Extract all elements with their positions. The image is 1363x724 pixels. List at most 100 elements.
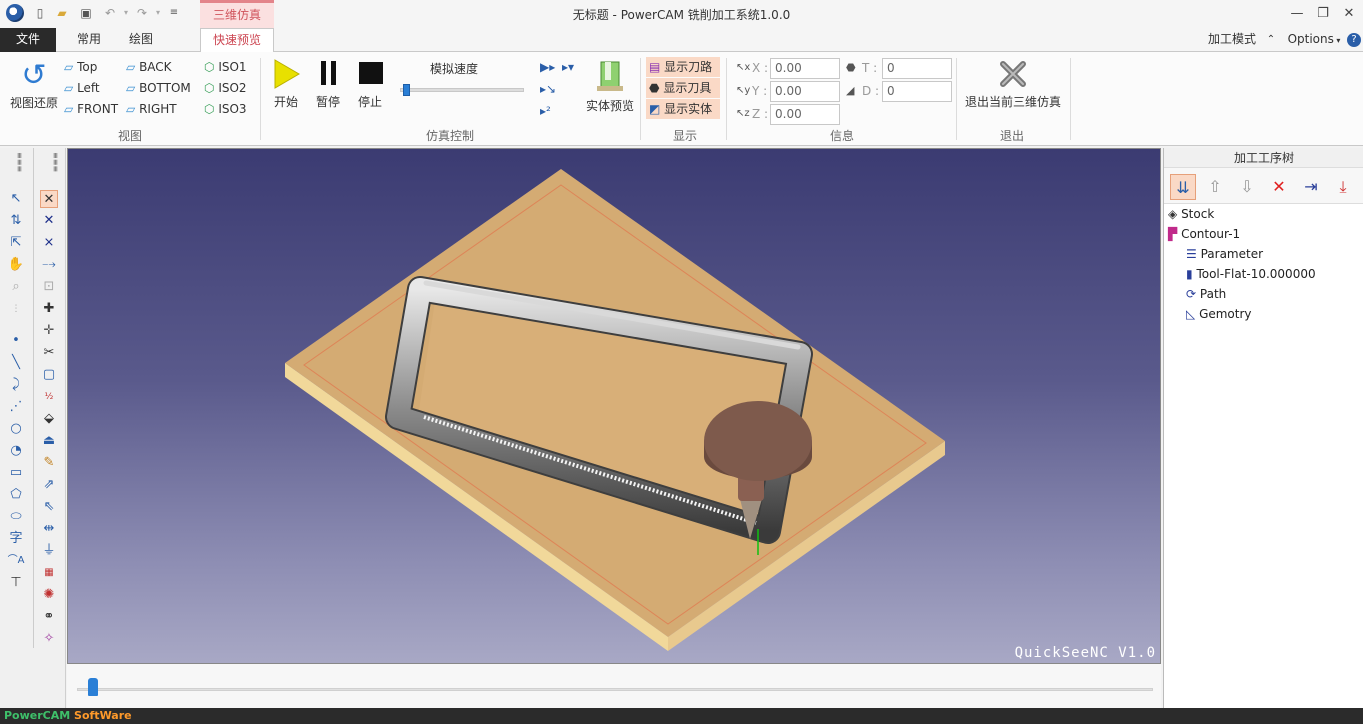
- speed-slider-thumb[interactable]: [403, 84, 410, 96]
- tab-draw[interactable]: 绘图: [118, 28, 164, 52]
- timeline-slider[interactable]: [77, 688, 1153, 691]
- text-icon[interactable]: 字: [7, 530, 25, 548]
- show-solid-label: 显示实体: [664, 102, 713, 116]
- step-to-end-icon[interactable]: ▸▾: [562, 60, 574, 74]
- speed-slider[interactable]: [400, 84, 524, 96]
- view-left-label: Left: [77, 81, 100, 95]
- ellipse-icon[interactable]: ⬭: [7, 508, 25, 526]
- view-left-button[interactable]: ▱ Left: [64, 78, 100, 98]
- text-path-icon[interactable]: ⌒A: [7, 552, 25, 570]
- fill-icon[interactable]: ⬙: [40, 410, 58, 428]
- align-icon[interactable]: ⏚: [40, 542, 58, 560]
- array-icon[interactable]: ▦: [40, 564, 58, 582]
- line-icon[interactable]: ╲: [7, 354, 25, 372]
- minimize-icon[interactable]: —: [1284, 4, 1310, 24]
- close-icon[interactable]: ✕: [1336, 4, 1362, 24]
- point-icon[interactable]: •: [7, 332, 25, 350]
- trim-icon[interactable]: ✕: [40, 190, 58, 208]
- post-process-icon[interactable]: ⤓: [1330, 174, 1356, 200]
- step-size-icon[interactable]: ▸²: [540, 104, 551, 118]
- mirror-icon[interactable]: ⇗: [40, 476, 58, 494]
- edit-toolbar-grip[interactable]: ≡≡≡: [40, 152, 60, 188]
- join-icon[interactable]: ✛: [40, 322, 58, 340]
- start-button[interactable]: 开始: [268, 58, 304, 110]
- d-label: D :: [862, 84, 880, 98]
- pan-hand-icon[interactable]: ✋: [7, 256, 25, 274]
- half-icon[interactable]: ½: [40, 388, 58, 406]
- export-icon[interactable]: ⇥: [1298, 174, 1324, 200]
- simulation-viewport[interactable]: QuickSeeNC V1.0: [67, 148, 1161, 664]
- move-down-icon[interactable]: ⇩: [1234, 174, 1260, 200]
- tab-file[interactable]: 文件: [0, 28, 56, 52]
- show-toolpath-toggle[interactable]: ▤ 显示刀路: [646, 57, 720, 77]
- cut-icon[interactable]: ✂: [40, 344, 58, 362]
- box-icon[interactable]: ▢: [40, 366, 58, 384]
- restore-icon[interactable]: ❐: [1310, 4, 1336, 24]
- break-icon[interactable]: ✚: [40, 300, 58, 318]
- view-restore-icon: ↺: [21, 58, 47, 93]
- view-back-button[interactable]: ▱ BACK: [126, 57, 172, 77]
- tab-common[interactable]: 常用: [66, 28, 112, 52]
- tree-item-contour[interactable]: ▛ Contour-1: [1168, 224, 1240, 244]
- tab-quick-preview[interactable]: 快速预览: [200, 28, 274, 53]
- exit-3d-sim-button[interactable]: 退出当前三维仿真: [962, 58, 1064, 110]
- arc-icon[interactable]: ⤸: [7, 376, 25, 394]
- dimension-icon[interactable]: ⊤: [7, 574, 25, 592]
- show-solid-toggle[interactable]: ◩ 显示实体: [646, 99, 720, 119]
- tree-item-path[interactable]: ⟳ Path: [1186, 284, 1226, 304]
- offset-icon[interactable]: ⊡: [40, 278, 58, 296]
- select-pointer-icon[interactable]: ↖: [7, 190, 25, 208]
- tree-item-label: Stock: [1181, 207, 1215, 221]
- tree-item-stock[interactable]: ◈ Stock: [1168, 204, 1214, 224]
- tree-item-tool[interactable]: ▮ Tool-Flat-10.000000: [1186, 264, 1316, 284]
- options-menu[interactable]: Options ▾: [1284, 28, 1344, 52]
- collapse-ribbon-icon[interactable]: ⌃: [1264, 28, 1278, 52]
- help-icon[interactable]: ?: [1347, 33, 1361, 47]
- group-icon[interactable]: ⚭: [40, 608, 58, 626]
- view-iso2-button[interactable]: ⬡ ISO2: [204, 78, 247, 98]
- trim-2-icon[interactable]: ✕: [40, 212, 58, 230]
- tool-holder-top: [704, 401, 812, 481]
- arc3-icon[interactable]: ◔: [7, 442, 25, 460]
- tree-item-geometry[interactable]: ◺ Gemotry: [1186, 304, 1252, 324]
- timeline-thumb[interactable]: [88, 678, 98, 696]
- measure-icon[interactable]: ⋮: [7, 300, 25, 318]
- rotate-icon[interactable]: ⇖: [40, 498, 58, 516]
- view-front-button[interactable]: ▱ FRONT: [64, 99, 118, 119]
- timeline-area: [67, 664, 1161, 708]
- pause-button[interactable]: 暂停: [310, 58, 346, 110]
- view-group-label: 视图: [117, 129, 142, 143]
- view-top-button[interactable]: ▱ Top: [64, 57, 97, 77]
- select-window-icon[interactable]: ⇅: [7, 212, 25, 230]
- polyline-icon[interactable]: ⋰: [7, 398, 25, 416]
- magic-icon[interactable]: ✧: [40, 630, 58, 648]
- pencil-icon[interactable]: ✎: [40, 454, 58, 472]
- polygon-icon[interactable]: ⬠: [7, 486, 25, 504]
- solid-preview-button[interactable]: 实体预览: [584, 58, 636, 114]
- step-option-icon[interactable]: ▸↘: [540, 82, 556, 96]
- show-tool-toggle[interactable]: ⬣ 显示刀具: [646, 78, 720, 98]
- rectangle-icon[interactable]: ▭: [7, 464, 25, 482]
- gear-icon[interactable]: ✺: [40, 586, 58, 604]
- stop-button[interactable]: 停止: [352, 58, 388, 110]
- view-bottom-button[interactable]: ▱ BOTTOM: [126, 78, 191, 98]
- tree-item-parameter[interactable]: ☰ Parameter: [1186, 244, 1263, 264]
- step-forward-icon[interactable]: ▶▸: [540, 60, 555, 74]
- machining-mode-menu[interactable]: 加工模式: [1200, 28, 1264, 52]
- select-chain-icon[interactable]: ⇱: [7, 234, 25, 252]
- view-right-button[interactable]: ▱ RIGHT: [126, 99, 177, 119]
- add-operation-icon[interactable]: ⇊: [1170, 174, 1196, 200]
- circle-icon[interactable]: ○: [7, 420, 25, 438]
- delete-icon[interactable]: ✕: [1266, 174, 1292, 200]
- extend-icon[interactable]: ⤍: [40, 256, 58, 274]
- zoom-icon[interactable]: ⌕: [7, 278, 25, 296]
- stamp-icon[interactable]: ⏏: [40, 432, 58, 450]
- mirror-axis-icon[interactable]: ⇹: [40, 520, 58, 538]
- view-restore-button[interactable]: ↺ 视图还原: [6, 58, 62, 111]
- pause-label: 暂停: [315, 95, 340, 109]
- view-iso3-button[interactable]: ⬡ ISO3: [204, 99, 247, 119]
- select-toolbar-grip[interactable]: ≡≡≡: [4, 152, 24, 188]
- view-iso1-button[interactable]: ⬡ ISO1: [204, 57, 247, 77]
- move-up-icon[interactable]: ⇧: [1202, 174, 1228, 200]
- trim-3-icon[interactable]: ⨯: [40, 234, 58, 252]
